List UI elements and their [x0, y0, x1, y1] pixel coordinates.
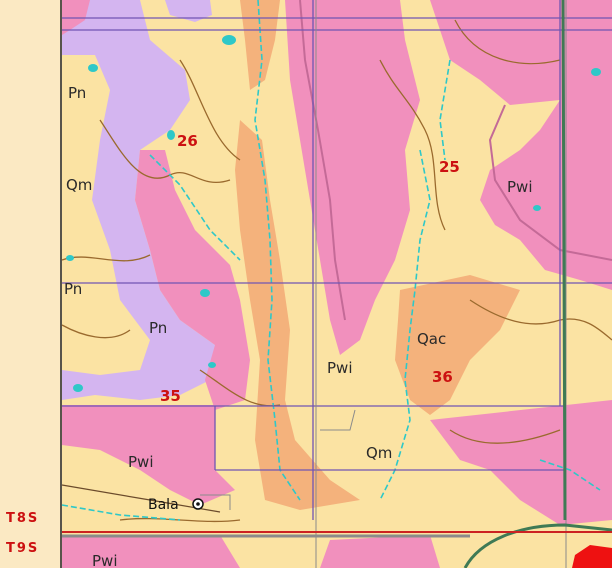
section-number-26: 26 [177, 132, 198, 150]
unit-label-qm-top: Qm [66, 176, 92, 194]
township-label-t9s: T9S [6, 541, 39, 556]
section-number-36: 36 [432, 368, 453, 386]
unit-label-pwi-bottom: Pwi [92, 552, 117, 568]
unit-pwi-bottom-mid [320, 535, 440, 568]
section-number-25: 25 [439, 158, 460, 176]
geologic-map[interactable]: Pn Qm Pn Pn Pwi Qac Pwi Qm Pwi Pwi 26 25… [0, 0, 612, 568]
unit-label-qm-mid: Qm [366, 444, 392, 462]
town-label: Bala [148, 497, 179, 513]
unit-label-pn-low: Pn [149, 319, 167, 337]
map-margin [0, 0, 62, 568]
unit-label-pn-top: Pn [68, 84, 86, 102]
unit-label-pwi-mid: Pwi [327, 359, 352, 377]
unit-label-pwi-low: Pwi [128, 453, 153, 471]
unit-label-pn-mid: Pn [64, 280, 82, 298]
town-dot-icon [196, 502, 200, 506]
map-canvas: Pn Qm Pn Pn Pwi Qac Pwi Qm Pwi Pwi 26 25… [0, 0, 612, 568]
unit-label-pwi-right: Pwi [507, 178, 532, 196]
section-number-35: 35 [160, 387, 181, 405]
township-label-t8s: T8S [6, 511, 39, 526]
unit-pwi-bottom [62, 535, 240, 568]
unit-label-qac: Qac [417, 330, 446, 348]
